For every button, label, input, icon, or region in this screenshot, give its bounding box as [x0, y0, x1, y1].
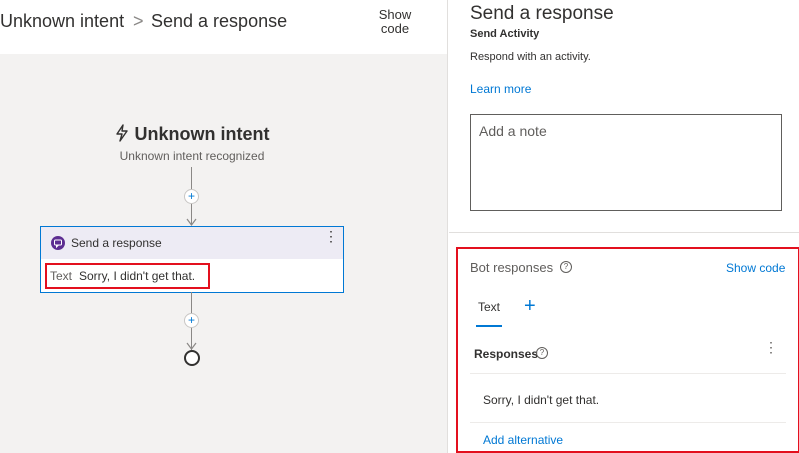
breadcrumb-unknown-intent[interactable]: Unknown intent — [0, 11, 124, 32]
arrow-down-icon — [186, 218, 197, 226]
send-response-card[interactable]: Send a response ⋮ Text Sorry, I didn't g… — [40, 226, 344, 293]
card-text-value: Sorry, I didn't get that. — [79, 269, 196, 283]
breadcrumb-separator: > — [133, 11, 144, 31]
card-text-label: Text — [50, 269, 73, 283]
info-icon[interactable]: ? — [560, 261, 572, 273]
note-textarea[interactable]: Add a note — [470, 114, 782, 211]
info-icon[interactable]: ? — [536, 347, 548, 359]
tab-selected-indicator — [476, 325, 502, 327]
tab-text[interactable]: Text — [478, 300, 500, 314]
properties-title: Send a response — [470, 3, 614, 24]
end-node — [184, 350, 200, 366]
chat-bubble-glyph — [54, 239, 62, 249]
learn-more-link[interactable]: Learn more — [470, 82, 531, 96]
card-title: Send a response — [71, 236, 162, 250]
bot-responses-title: Bot responses — [470, 260, 554, 275]
trigger-title-text: Unknown intent — [134, 124, 270, 144]
card-header: Send a response ⋮ — [41, 227, 343, 259]
show-code-button[interactable]: Show code — [372, 8, 418, 36]
add-step-button[interactable]: + — [184, 313, 199, 328]
responses-label: Responses — [474, 347, 539, 361]
divider — [470, 373, 786, 374]
add-alternative-link[interactable]: Add alternative — [483, 433, 563, 447]
card-more-menu[interactable]: ⋮ — [324, 229, 338, 243]
arrow-down-icon — [186, 342, 197, 350]
properties-description: Respond with an activity. — [470, 51, 591, 63]
chat-bubble-icon — [51, 236, 65, 250]
note-placeholder: Add a note — [479, 123, 547, 139]
response-item[interactable]: Sorry, I didn't get that. — [483, 393, 599, 407]
add-tab-button[interactable]: + — [524, 295, 536, 318]
breadcrumb-send-a-response: Send a response — [151, 11, 288, 31]
responses-more-menu[interactable]: ⋮ — [764, 340, 778, 354]
properties-subtitle: Send Activity — [470, 28, 540, 40]
trigger-title[interactable]: Unknown intent — [0, 124, 384, 145]
section-divider — [449, 232, 799, 233]
add-step-button[interactable]: + — [184, 189, 199, 204]
divider — [470, 422, 786, 423]
lightning-icon — [115, 124, 128, 142]
bot-responses-show-code-link[interactable]: Show code — [726, 261, 785, 275]
trigger-subtitle: Unknown intent recognized — [119, 149, 265, 163]
